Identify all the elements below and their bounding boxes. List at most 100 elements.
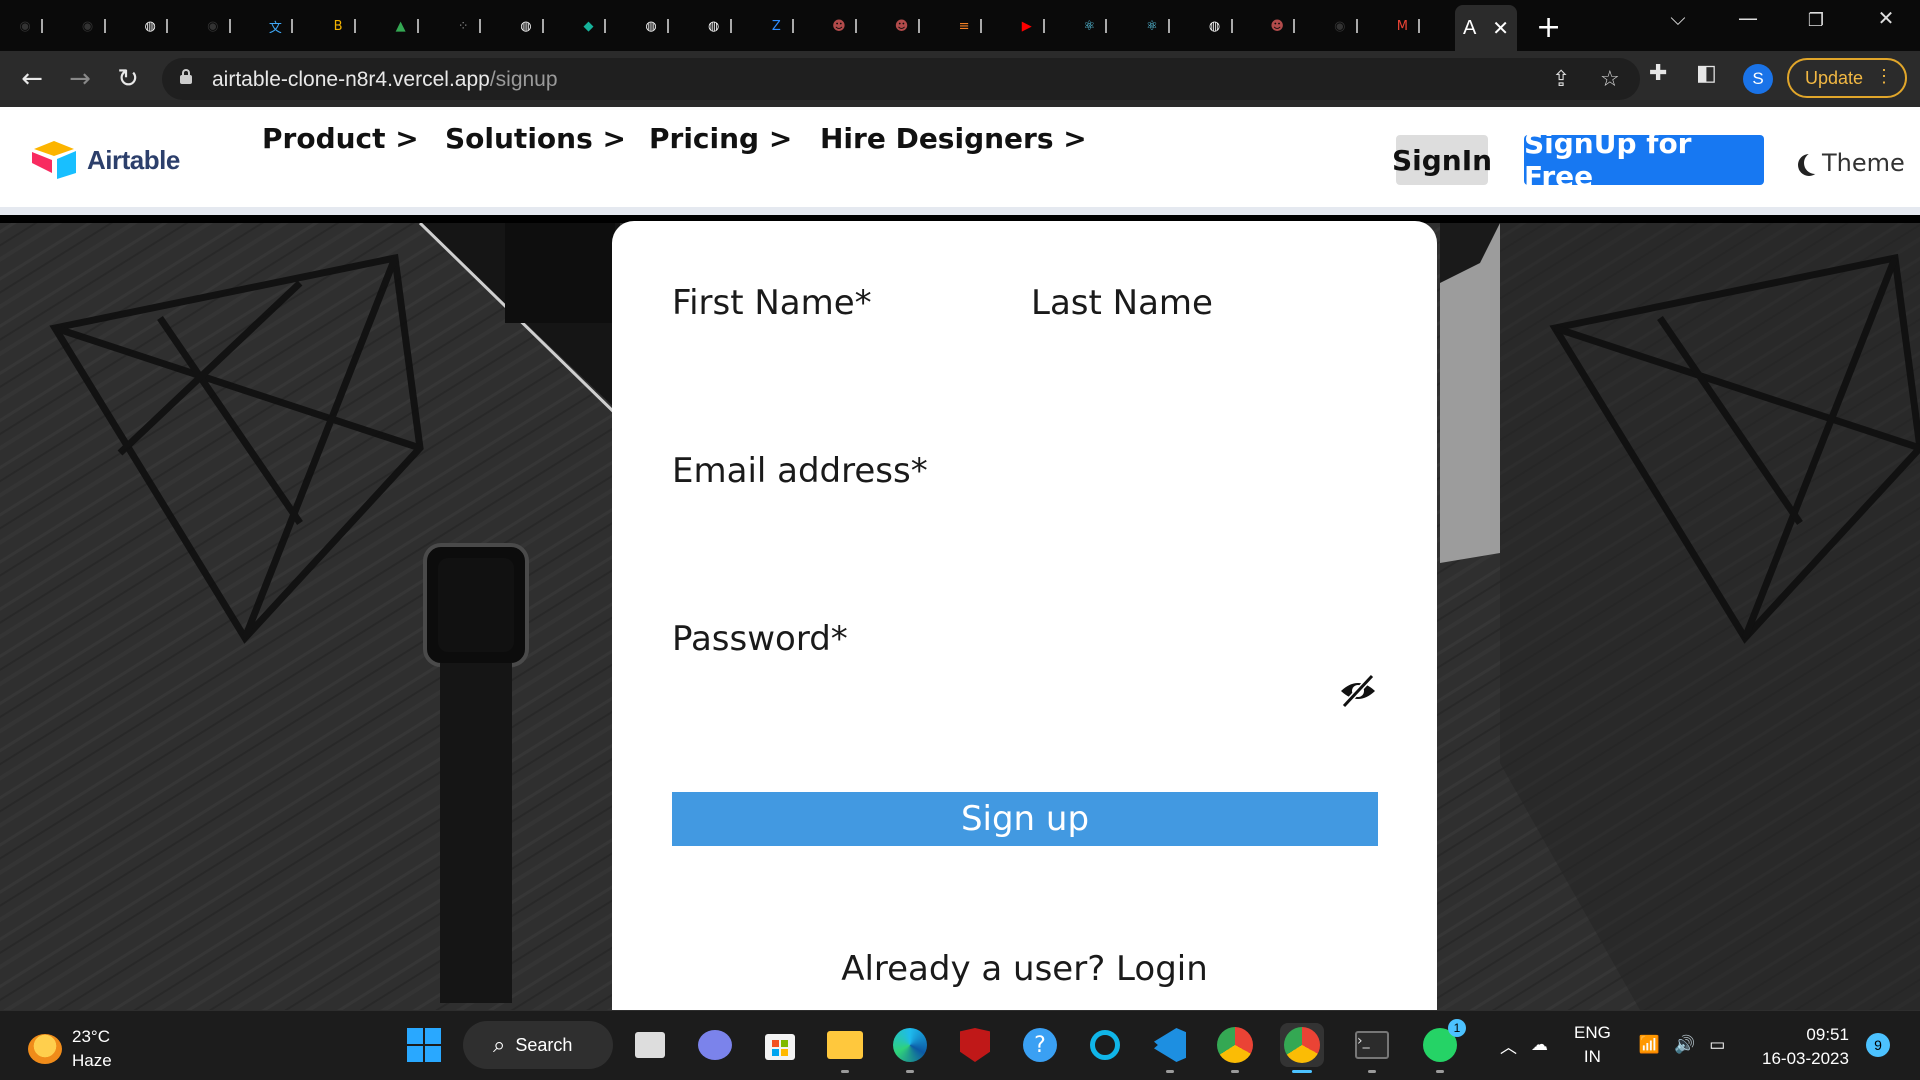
mcafee-icon[interactable] [953,1023,997,1067]
browser-tab[interactable]: M [1387,12,1443,40]
region-code: IN [1583,1047,1601,1066]
browser-tab[interactable]: ⚛ [1074,12,1130,40]
tab-search-chevron-icon[interactable]: ⌵ [1658,6,1698,30]
volume-icon[interactable]: 🔊 [1674,1035,1695,1055]
tab-separator [1105,19,1108,33]
language-code: ENG [1574,1023,1611,1042]
chrome-active-icon[interactable] [1280,1023,1324,1073]
signin-button[interactable]: SignIn [1392,135,1492,185]
close-tab-icon[interactable]: ✕ [1492,16,1509,41]
onedrive-cloud-icon[interactable]: ☁ [1531,1035,1548,1055]
active-tab[interactable]: A ✕ [1455,5,1517,51]
email-input[interactable] [672,509,1378,559]
globe-icon: ◍ [144,18,156,34]
extensions-puzzle-icon[interactable]: ✚ [1649,61,1667,86]
side-panel-icon[interactable]: ◧ [1696,61,1717,86]
browser-tab[interactable]: ◉ [73,12,129,40]
signup-for-free-button[interactable]: SignUp for Free [1524,127,1764,193]
teams-chat-icon[interactable] [693,1023,737,1067]
weather-widget[interactable]: 23°C Haze [28,1025,112,1073]
language-indicator[interactable]: ENG IN [1574,1021,1611,1069]
sign-up-button[interactable]: Sign up [672,792,1378,846]
password-input[interactable] [672,669,1322,719]
profile-avatar[interactable]: S [1743,64,1773,94]
terminal-icon[interactable]: ›_ [1350,1023,1394,1073]
browser-tab[interactable]: ◍ [135,12,191,40]
browser-tab[interactable]: ▲ [386,12,442,40]
eye-slash-icon[interactable] [1338,673,1378,709]
password-label: Password* [672,619,848,659]
browser-tab[interactable]: B [323,12,379,40]
drive-icon: ▲ [395,18,406,34]
browser-tab[interactable]: ◍ [511,12,567,40]
nav-hire-designers[interactable]: Hire Designers > [820,122,1087,155]
first-name-input[interactable] [672,339,992,389]
chrome-profile-icon[interactable] [1213,1023,1257,1073]
edge-browser-icon[interactable] [888,1023,932,1073]
close-window-button[interactable]: ✕ [1866,6,1906,30]
browser-tab[interactable]: ☻ [887,12,943,40]
browser-tab[interactable]: ☻ [824,12,880,40]
cortana-icon[interactable] [1083,1023,1127,1067]
search-label: Search [515,1034,573,1055]
globe-icon: ◍ [520,18,532,34]
back-arrow-icon[interactable]: ← [16,63,48,95]
tray-overflow-chevron-icon[interactable]: ︿ [1500,1033,1517,1058]
browser-tab[interactable]: ◍ [1200,12,1256,40]
first-name-label: First Name* [672,283,872,323]
notification-badge[interactable]: 9 [1866,1033,1890,1057]
browser-tab[interactable]: ≡ [949,12,1005,40]
url-path: /signup [489,68,558,91]
tab-separator [479,19,482,33]
weather-sun-icon [28,1034,62,1064]
nav-product[interactable]: Product > [262,122,419,155]
tab-separator [228,19,231,33]
theme-toggle[interactable]: Theme [1798,149,1905,177]
vscode-icon[interactable] [1148,1023,1192,1073]
logo-text[interactable]: Airtable [87,145,180,176]
taskbar-search[interactable]: ⌕ Search [463,1021,613,1069]
system-tray: ︿ ☁ ENG IN 📶 🔊 ▭ [1500,1021,1725,1069]
browser-tab[interactable]: 文 [260,12,316,40]
browser-tab[interactable]: ◍ [699,12,755,40]
nav-solutions[interactable]: Solutions > [445,122,626,155]
restore-button[interactable]: ❐ [1796,10,1836,31]
clock[interactable]: 09:51 16-03-2023 [1762,1023,1849,1071]
whatsapp-icon[interactable]: 1 [1418,1019,1466,1073]
minimize-button[interactable]: — [1728,6,1768,30]
battery-icon[interactable]: ▭ [1709,1035,1725,1055]
browser-tab[interactable]: ☻ [1262,12,1318,40]
airtable-logo-icon[interactable] [30,139,82,179]
browser-tab[interactable]: ◆ [573,12,629,40]
browser-tab[interactable]: Z [761,12,817,40]
browser-tab[interactable]: ⁘ [448,12,504,40]
browser-tab[interactable]: ⚛ [1137,12,1193,40]
browser-tab[interactable]: ◉ [10,12,66,40]
microsoft-store-icon[interactable] [758,1023,802,1067]
tab-separator [1418,19,1421,33]
last-name-input[interactable] [1031,339,1371,389]
help-icon[interactable]: ? [1018,1023,1062,1067]
browser-tab[interactable]: ◍ [636,12,692,40]
new-tab-button[interactable]: + [1536,10,1561,45]
address-bar[interactable]: airtable-clone-n8r4.vercel.app/signup ⇪ … [162,58,1640,100]
browser-tab[interactable]: ◉ [1325,12,1381,40]
tab-separator [1230,19,1233,33]
reload-icon[interactable]: ↻ [112,63,144,95]
nav-pricing[interactable]: Pricing > [649,122,792,155]
tab-separator [917,19,920,33]
share-icon[interactable]: ⇪ [1552,67,1570,92]
diamond-icon: ◆ [583,18,594,34]
menu-dots-icon[interactable]: ⋮ [1875,66,1893,87]
browser-tab[interactable]: ▶ [1012,12,1068,40]
login-prompt-link[interactable]: Already a user? Login [612,949,1437,989]
forward-arrow-icon[interactable]: → [64,63,96,95]
task-view-icon[interactable] [628,1023,672,1067]
wifi-icon[interactable]: 📶 [1639,1035,1660,1055]
bookmark-star-icon[interactable]: ☆ [1600,67,1620,92]
start-button[interactable] [402,1023,446,1067]
file-explorer-icon[interactable] [823,1023,867,1073]
update-button[interactable]: Update ⋮ [1787,58,1907,98]
browser-tab[interactable]: ◉ [198,12,254,40]
youtube-icon: ▶ [1021,18,1032,34]
